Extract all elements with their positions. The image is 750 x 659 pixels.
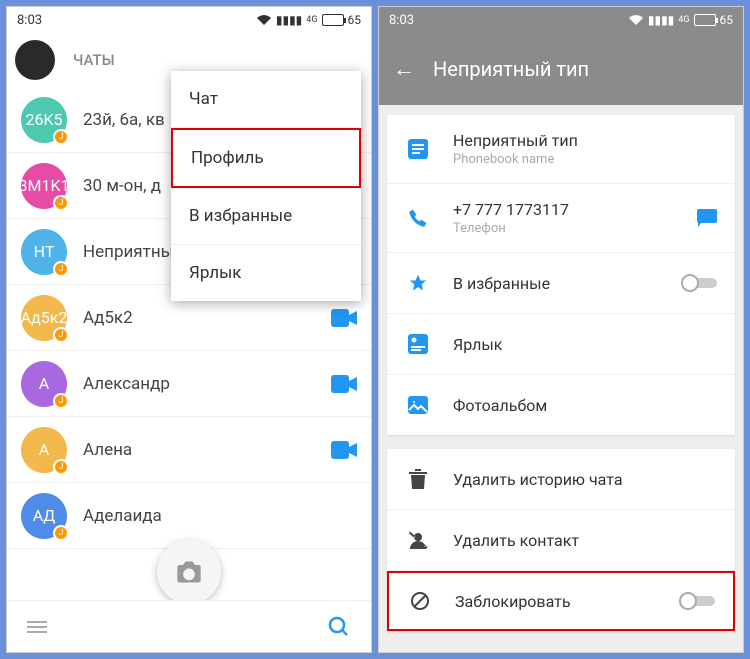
status-bar: 8:03 ▮▮▮▮ 4G 65 <box>7 7 371 33</box>
contact-avatar: АДJ <box>21 493 67 539</box>
phone-sub: Телефон <box>453 221 697 236</box>
actions-card: Удалить историю чата Удалить контакт Заб… <box>387 449 735 631</box>
badge-icon: J <box>53 327 69 343</box>
block-row[interactable]: Заблокировать <box>387 571 735 631</box>
shortcut-icon <box>405 334 431 354</box>
favorite-label: В избранные <box>453 274 681 293</box>
contact-avatar: АJ <box>21 361 67 407</box>
phone-right: 8:03 ▮▮▮▮ 4G 65 ← Неприятный тип Неприят… <box>378 6 744 653</box>
network-label: 4G <box>678 15 689 25</box>
search-icon[interactable] <box>327 615 351 639</box>
clear-history-label: Удалить историю чата <box>453 470 717 489</box>
profile-header: ← Неприятный тип <box>379 33 743 105</box>
camera-icon <box>175 560 203 584</box>
profile-body: Неприятный тип Phonebook name +7 777 177… <box>379 105 743 652</box>
wifi-icon <box>628 14 644 26</box>
album-row[interactable]: Фотоальбом <box>387 375 735 435</box>
status-icons: ▮▮▮▮ 4G 65 <box>628 13 733 27</box>
menu-favorite[interactable]: В избранные <box>171 188 361 245</box>
battery-label: 65 <box>348 13 362 27</box>
contact-name-sub: Phonebook name <box>453 152 717 167</box>
contact-avatar: 26K5J <box>21 97 67 143</box>
delete-contact-icon <box>405 530 431 550</box>
contact-name: Ад5к2 <box>83 308 331 328</box>
status-time: 8:03 <box>389 13 414 28</box>
menu-chat[interactable]: Чат <box>171 71 361 128</box>
network-label: 4G <box>306 15 317 25</box>
profile-avatar[interactable] <box>15 40 55 80</box>
block-label: Заблокировать <box>455 592 679 611</box>
video-icon[interactable] <box>331 309 357 327</box>
contact-name: Аделаида <box>83 506 357 526</box>
badge-icon: J <box>53 525 69 541</box>
clear-history-row[interactable]: Удалить историю чата <box>387 449 735 509</box>
phone-number: +7 777 1773117 <box>453 200 697 219</box>
badge-icon: J <box>53 261 69 277</box>
contact-row[interactable]: АJ Алена <box>7 417 371 483</box>
message-icon[interactable] <box>697 209 717 227</box>
status-bar: 8:03 ▮▮▮▮ 4G 65 <box>379 7 743 33</box>
info-card: Неприятный тип Phonebook name +7 777 177… <box>387 115 735 435</box>
contact-icon <box>405 139 431 159</box>
video-icon[interactable] <box>331 375 357 393</box>
album-label: Фотоальбом <box>453 396 717 415</box>
contact-avatar: НТJ <box>21 229 67 275</box>
wifi-icon <box>256 14 272 26</box>
camera-fab[interactable] <box>157 540 221 604</box>
phone-icon <box>405 208 431 228</box>
back-icon[interactable]: ← <box>393 56 415 82</box>
photo-icon <box>405 396 431 414</box>
video-icon[interactable] <box>331 441 357 459</box>
contact-name: Алена <box>83 440 331 460</box>
shortcut-row[interactable]: Ярлык <box>387 314 735 374</box>
status-icons: ▮▮▮▮ 4G 65 <box>256 13 361 27</box>
bottom-bar <box>7 600 371 652</box>
status-time: 8:03 <box>17 13 42 28</box>
delete-contact-label: Удалить контакт <box>453 531 717 550</box>
shortcut-label: Ярлык <box>453 335 717 354</box>
context-menu: Чат Профиль В избранные Ярлык <box>171 71 361 301</box>
contact-avatar: 3M1K1J <box>21 163 67 209</box>
badge-icon: J <box>53 129 69 145</box>
battery-icon <box>694 14 716 26</box>
contact-row[interactable]: АJ Александр <box>7 351 371 417</box>
block-toggle[interactable] <box>679 592 715 610</box>
signal-icon: ▮▮▮▮ <box>276 13 302 27</box>
star-icon <box>405 273 431 293</box>
contact-avatar: Ад5к2J <box>21 295 67 341</box>
block-icon <box>407 591 433 611</box>
phone-row[interactable]: +7 777 1773117 Телефон <box>387 184 735 252</box>
favorite-row[interactable]: В избранные <box>387 253 735 313</box>
menu-profile[interactable]: Профиль <box>171 128 361 188</box>
name-row: Неприятный тип Phonebook name <box>387 115 735 183</box>
contact-avatar: АJ <box>21 427 67 473</box>
phone-left: 8:03 ▮▮▮▮ 4G 65 ЧАТЫ K 26K5J23й, 6а, кв3… <box>6 6 372 653</box>
badge-icon: J <box>53 195 69 211</box>
favorite-toggle[interactable] <box>681 274 717 292</box>
badge-icon: J <box>53 459 69 475</box>
delete-contact-row[interactable]: Удалить контакт <box>387 510 735 570</box>
battery-label: 65 <box>720 13 734 27</box>
tab-chats[interactable]: ЧАТЫ <box>73 51 115 69</box>
badge-icon: J <box>53 393 69 409</box>
menu-shortcut[interactable]: Ярлык <box>171 245 361 301</box>
trash-icon <box>405 469 431 489</box>
contact-name: Александр <box>83 374 331 394</box>
signal-icon: ▮▮▮▮ <box>648 13 674 27</box>
contact-name: Неприятный тип <box>453 131 717 150</box>
menu-icon[interactable] <box>27 621 47 633</box>
profile-title: Неприятный тип <box>433 57 589 81</box>
battery-icon <box>322 14 344 26</box>
